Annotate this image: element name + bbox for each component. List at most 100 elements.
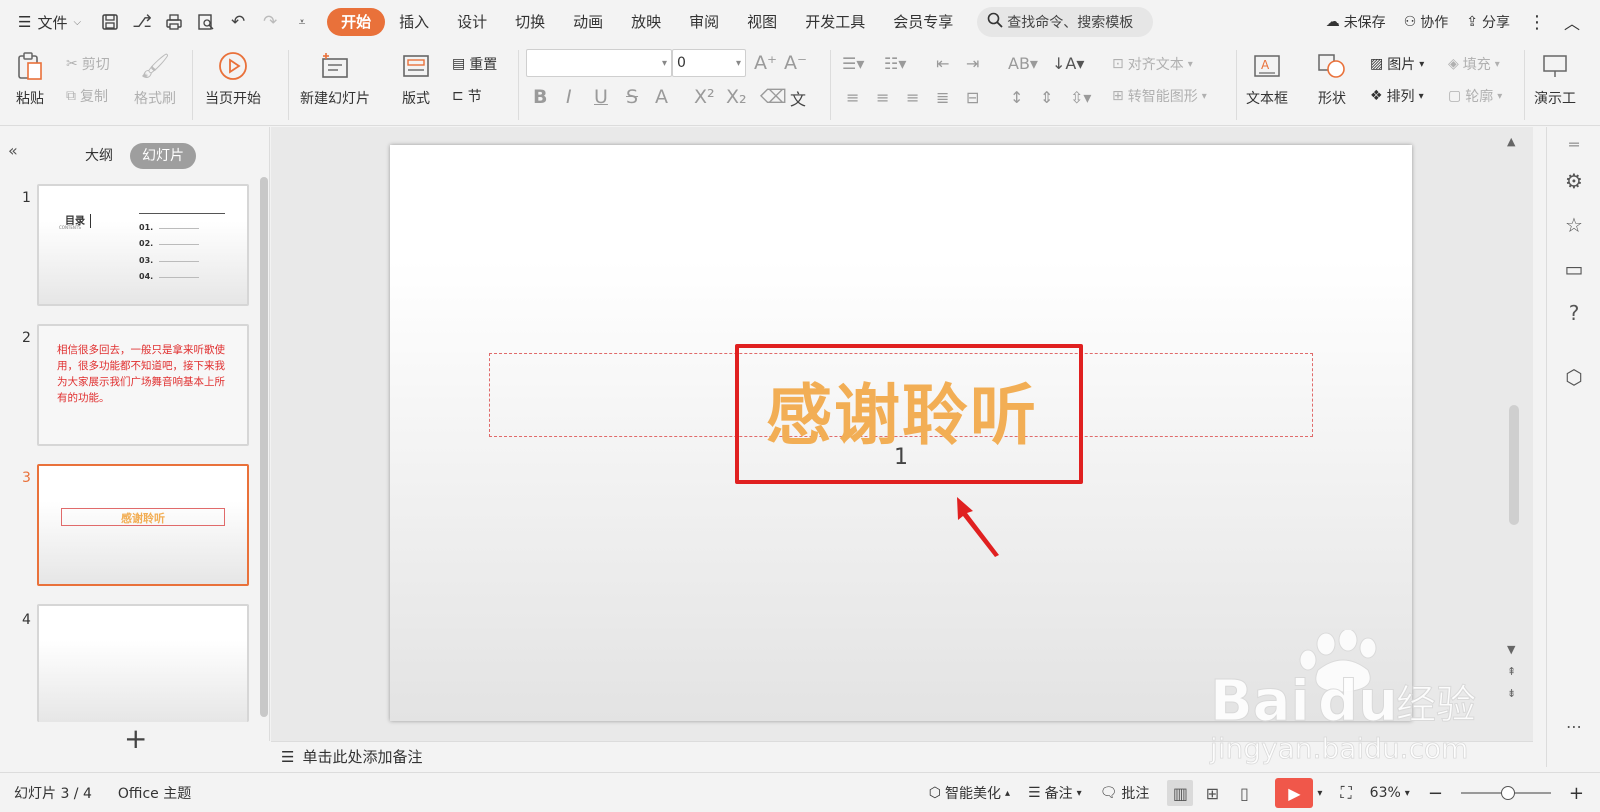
save-icon[interactable] bbox=[99, 11, 121, 33]
tab-1[interactable]: 插入 bbox=[385, 8, 443, 36]
animation-icon[interactable]: ☆ bbox=[1561, 213, 1587, 237]
box-icon[interactable]: ⬡ bbox=[1561, 365, 1587, 389]
column-spacing-icon[interactable]: ⇳▾ bbox=[1070, 88, 1091, 107]
shape-button[interactable]: 形状 bbox=[1316, 50, 1348, 108]
textbox-button[interactable]: A 文本框 bbox=[1246, 50, 1288, 108]
canvas-scrollbar[interactable]: ▲ ▼ ⇞ ⇟ bbox=[1503, 135, 1525, 715]
tab-outline[interactable]: 大纲 bbox=[73, 143, 125, 169]
chevron-down-icon[interactable]: ▾ bbox=[1317, 788, 1322, 799]
file-menu[interactable]: ☰ 文件 ⌵ bbox=[0, 12, 91, 33]
text-case-icon[interactable]: AB▾ bbox=[1008, 54, 1038, 73]
command-search[interactable]: 查找命令、搜索模板 bbox=[977, 7, 1154, 37]
tab-7[interactable]: 视图 bbox=[733, 8, 791, 36]
decrease-font-icon[interactable]: A⁻ bbox=[784, 52, 807, 74]
tab-0[interactable]: 开始 bbox=[327, 8, 386, 36]
font-size-select[interactable]: 0 ▾ bbox=[672, 49, 746, 77]
paragraph-spacing-icon[interactable]: ⇕ bbox=[1040, 88, 1053, 107]
share-button[interactable]: ⇪ 分享 bbox=[1466, 12, 1510, 32]
underline-icon[interactable]: U bbox=[594, 86, 608, 108]
paste-button[interactable]: 粘贴 bbox=[14, 50, 46, 108]
font-color-icon[interactable]: A bbox=[655, 86, 668, 108]
help-icon[interactable]: ? bbox=[1561, 301, 1587, 325]
slide-thumbnail-2[interactable]: 相信很多回去，一般只是拿来听歌使用，很多功能都不知道吧，接下来我为大家展示我们广… bbox=[37, 324, 249, 446]
slide-thumbnail-4[interactable] bbox=[37, 604, 249, 722]
customize-toolbar-icon[interactable]: ⩡ bbox=[291, 11, 313, 33]
properties-icon[interactable]: ⚙ bbox=[1561, 169, 1587, 193]
outline-button[interactable]: ▢ 轮廓 ▾ bbox=[1448, 86, 1502, 106]
undo-icon[interactable]: ↶ bbox=[227, 11, 249, 33]
section-button[interactable]: ⊏ 节 bbox=[452, 86, 482, 106]
redo-icon[interactable]: ↷ bbox=[259, 11, 281, 33]
fit-window-icon[interactable]: ⛶ bbox=[1340, 783, 1351, 803]
smart-art-button[interactable]: ⊞ 转智能图形 ▾ bbox=[1112, 86, 1207, 106]
italic-icon[interactable]: I bbox=[566, 86, 572, 108]
pinyin-guide-icon[interactable]: 文 bbox=[790, 86, 806, 110]
zoom-slider[interactable] bbox=[1460, 786, 1551, 800]
arrange-button[interactable]: ❖ 排列 ▾ bbox=[1370, 86, 1424, 106]
print-icon[interactable] bbox=[163, 11, 185, 33]
more-options-icon[interactable]: ⋯ bbox=[1561, 717, 1587, 736]
align-left-icon[interactable]: ≡ bbox=[846, 88, 859, 107]
bullets-icon[interactable]: ☰▾ bbox=[842, 54, 864, 73]
clear-format-icon[interactable]: ⌫ bbox=[760, 86, 787, 108]
start-from-current-button[interactable]: 当页开始 bbox=[205, 50, 261, 108]
more-menu-icon[interactable]: ⋮ bbox=[1528, 12, 1546, 33]
current-slide[interactable]: 感谢聆听 1 bbox=[390, 145, 1412, 721]
zoom-in-icon[interactable]: + bbox=[1569, 783, 1584, 804]
picture-button[interactable]: ▨ 图片 ▾ bbox=[1370, 54, 1424, 74]
notes-bar[interactable]: ☰ 单击此处添加备注 bbox=[271, 741, 1533, 771]
print-preview-icon[interactable] bbox=[195, 11, 217, 33]
increase-font-icon[interactable]: A⁺ bbox=[754, 52, 777, 74]
new-slide-button[interactable]: 新建幻灯片 bbox=[300, 50, 370, 108]
slide-thumbnail-3[interactable]: 感谢聆听 bbox=[37, 464, 249, 586]
sort-icon[interactable]: ↓A▾ bbox=[1052, 54, 1084, 73]
align-center-icon[interactable]: ≡ bbox=[876, 88, 889, 107]
presentation-tools-button[interactable]: 演示工 bbox=[1534, 50, 1576, 108]
next-slide-icon[interactable]: ⇟ bbox=[1507, 687, 1516, 700]
fill-button[interactable]: ◈ 填充 ▾ bbox=[1448, 54, 1500, 74]
previous-slide-icon[interactable]: ⇞ bbox=[1507, 665, 1516, 678]
font-family-select[interactable]: ▾ bbox=[526, 49, 672, 77]
tab-8[interactable]: 开发工具 bbox=[791, 8, 879, 36]
reading-view-icon[interactable]: ▯ bbox=[1231, 780, 1257, 806]
line-spacing-icon[interactable]: ↕ bbox=[1010, 88, 1023, 107]
scroll-up-icon[interactable]: ▲ bbox=[1507, 135, 1515, 148]
tab-2[interactable]: 设计 bbox=[443, 8, 501, 36]
align-text-button[interactable]: ⊡ 对齐文本 ▾ bbox=[1112, 54, 1193, 74]
subscript-icon[interactable]: X₂ bbox=[726, 86, 747, 108]
smart-beautify-button[interactable]: ⬡ 智能美化 ▴ bbox=[929, 783, 1010, 803]
layout-button[interactable]: 版式 bbox=[400, 50, 432, 108]
tab-slides[interactable]: 幻灯片 bbox=[130, 143, 196, 169]
theme-name[interactable]: Office 主题 bbox=[118, 783, 191, 803]
collapse-ribbon-icon[interactable]: ︿ bbox=[1564, 10, 1580, 34]
normal-view-icon[interactable]: ▥ bbox=[1167, 780, 1194, 806]
tab-4[interactable]: 动画 bbox=[559, 8, 617, 36]
align-right-icon[interactable]: ≡ bbox=[906, 88, 919, 107]
add-slide-icon[interactable]: + bbox=[124, 722, 147, 755]
zoom-select[interactable]: 63% ▾ bbox=[1370, 785, 1410, 801]
collaborate-button[interactable]: ⚇ 协作 bbox=[1404, 12, 1449, 32]
tab-6[interactable]: 审阅 bbox=[675, 8, 733, 36]
strikethrough-icon[interactable]: S bbox=[626, 86, 638, 108]
collapse-panel-icon[interactable]: « bbox=[8, 141, 18, 160]
slideshow-play-icon[interactable]: ▶ bbox=[1275, 778, 1314, 808]
cut-button[interactable]: ✂ 剪切 bbox=[66, 54, 110, 74]
justify-icon[interactable]: ≣ bbox=[936, 88, 949, 107]
slide-sorter-icon[interactable]: ⊞ bbox=[1199, 780, 1225, 806]
tab-5[interactable]: 放映 bbox=[617, 8, 675, 36]
bold-icon[interactable]: B bbox=[533, 86, 547, 108]
reset-button[interactable]: ▤ 重置 bbox=[452, 54, 497, 74]
tab-3[interactable]: 切换 bbox=[501, 8, 559, 36]
tab-9[interactable]: 会员专享 bbox=[879, 8, 967, 36]
numbering-icon[interactable]: ☷▾ bbox=[884, 54, 906, 73]
copy-button[interactable]: ⧉ 复制 bbox=[66, 86, 108, 106]
export-pdf-icon[interactable]: ⎇ bbox=[131, 11, 153, 33]
notes-toggle-button[interactable]: ☰ 备注 ▾ bbox=[1028, 783, 1082, 803]
format-painter-button[interactable]: 🖌 格式刷 bbox=[134, 50, 176, 108]
scroll-down-icon[interactable]: ▼ bbox=[1507, 643, 1515, 656]
slide-thumbnail-1[interactable]: 目录 CONTENTS 01. 02. 03. 04. bbox=[37, 184, 249, 306]
zoom-knob[interactable] bbox=[1500, 786, 1515, 800]
panel-scrollbar[interactable] bbox=[260, 177, 268, 717]
scrollbar-thumb[interactable] bbox=[1509, 405, 1519, 525]
decrease-indent-icon[interactable]: ⇤ bbox=[936, 54, 949, 73]
